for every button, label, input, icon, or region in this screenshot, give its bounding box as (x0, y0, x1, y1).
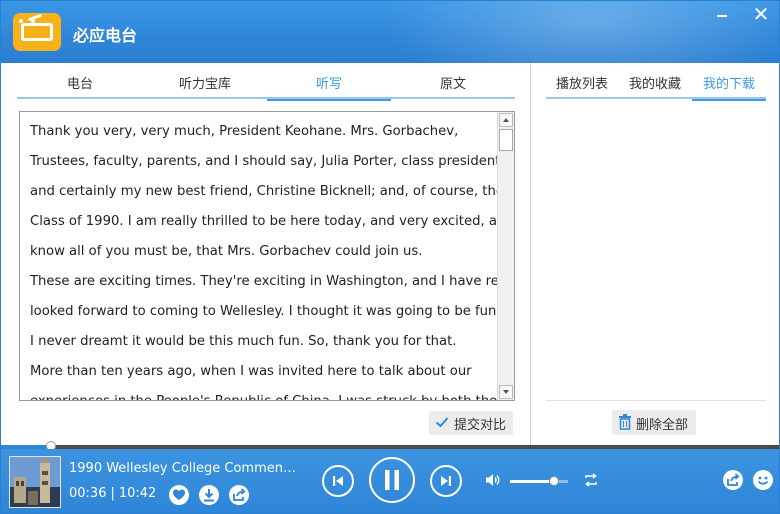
right-pane-separator (546, 400, 766, 401)
title-bar[interactable]: 必应电台 ✕ (1, 1, 779, 63)
time-separator: | (110, 486, 115, 501)
transcript-line: looked forward to coming to Wellesley. I… (30, 304, 501, 319)
transcript-text: Thank you very, very much, President Keo… (30, 117, 515, 400)
total-time: 10:42 (118, 486, 157, 501)
share-out-icon (727, 473, 740, 486)
delete-all-label: 删除全部 (636, 418, 689, 433)
download-icon (204, 489, 214, 502)
transcript-line: experiences in the People's Republic of … (30, 387, 497, 400)
previous-track-button[interactable] (322, 465, 354, 497)
tab-listening-library[interactable]: 听力宝库 (143, 73, 267, 99)
check-icon (435, 417, 449, 428)
volume-icon[interactable] (485, 473, 501, 487)
share-icon (233, 488, 246, 501)
scroll-up-arrow-icon[interactable] (499, 113, 513, 127)
next-track-button[interactable] (430, 465, 462, 497)
skip-previous-icon (333, 476, 343, 486)
transcript-line: More than ten years ago, when I was invi… (30, 364, 472, 379)
feedback-button[interactable] (753, 470, 773, 490)
transcript-line: know all of you must be, that Mrs. Gorba… (30, 244, 423, 259)
transcript-line: I never dreamt it would be this much fun… (30, 334, 457, 349)
minimize-button[interactable] (713, 7, 731, 25)
tab-original-text[interactable]: 原文 (391, 73, 515, 99)
player-bar: 1990 Wellesley College Commence... 00:36… (1, 449, 779, 513)
app-window: 必应电台 ✕ 电台 听力宝库 听写 原文 Thank you very, ver… (0, 0, 780, 514)
trash-icon (619, 414, 631, 430)
play-pause-button[interactable] (369, 457, 415, 503)
download-button[interactable] (199, 485, 219, 505)
pause-icon (385, 470, 399, 490)
album-art[interactable] (9, 456, 61, 508)
pane-divider (530, 63, 531, 447)
volume-slider[interactable] (510, 476, 568, 486)
repeat-icon[interactable] (583, 473, 599, 487)
time-display: 00:36 | 10:42 (69, 486, 156, 501)
transcript-line: Trustees, faculty, parents, and I should… (30, 154, 505, 169)
radio-logo-icon (13, 13, 61, 51)
share-app-button[interactable] (723, 470, 743, 490)
left-tab-bar: 电台 听力宝库 听写 原文 (17, 69, 515, 101)
favorite-button[interactable] (169, 485, 189, 505)
radio-logo-screen (21, 23, 53, 41)
right-tab-bar: 播放列表 我的收藏 我的下载 (546, 69, 766, 101)
delete-all-button[interactable]: 删除全部 (612, 410, 696, 435)
close-button[interactable]: ✕ (743, 1, 779, 27)
skip-next-icon (441, 476, 451, 486)
share-track-button[interactable] (229, 485, 249, 505)
scroll-down-arrow-icon[interactable] (499, 385, 513, 399)
track-title: 1990 Wellesley College Commence... (69, 461, 299, 476)
volume-fill (510, 480, 554, 483)
smile-icon (757, 476, 769, 485)
transcript-line: These are exciting times. They're exciti… (30, 274, 515, 289)
transcript-line: and certainly my new best friend, Christ… (30, 184, 504, 199)
album-art-image (10, 457, 60, 507)
vertical-scrollbar[interactable] (497, 112, 514, 400)
current-time: 00:36 (69, 486, 107, 501)
transcript-line: Class of 1990. I am really thrilled to b… (30, 214, 512, 229)
submit-compare-button[interactable]: 提交对比 (429, 411, 513, 435)
volume-knob[interactable] (548, 476, 559, 486)
tab-dictation[interactable]: 听写 (267, 73, 391, 101)
dictation-textarea[interactable]: Thank you very, very much, President Keo… (19, 111, 515, 401)
tab-my-favorites[interactable]: 我的收藏 (618, 73, 692, 99)
heart-icon (173, 489, 185, 500)
tab-radio[interactable]: 电台 (17, 73, 143, 99)
tab-my-downloads[interactable]: 我的下载 (692, 73, 766, 101)
transcript-line: Thank you very, very much, President Keo… (30, 124, 459, 139)
scroll-thumb[interactable] (499, 129, 513, 151)
app-title: 必应电台 (73, 26, 138, 45)
submit-compare-label: 提交对比 (454, 418, 507, 433)
tab-playlist[interactable]: 播放列表 (546, 73, 618, 99)
